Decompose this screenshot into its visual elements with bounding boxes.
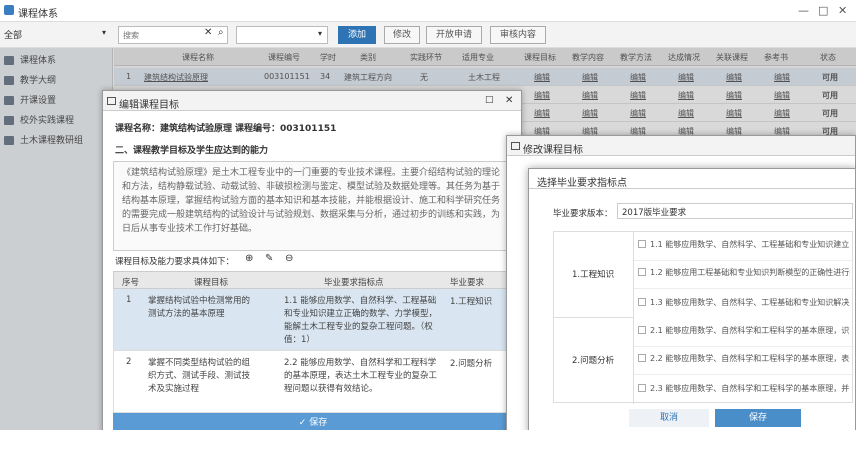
section-heading: 二、课程教学目标及学生应达到的能力	[115, 146, 269, 156]
search-icon[interactable]: ⌕	[218, 27, 224, 38]
open-apply-button[interactable]: 开放申请	[426, 26, 482, 44]
review-button[interactable]: 审核内容	[490, 26, 546, 44]
filter-select[interactable]	[236, 26, 328, 44]
dialog-icon	[107, 97, 116, 105]
dialog-header: 选择毕业要求指标点	[529, 169, 855, 189]
course-intro-textarea[interactable]: 《建筑结构试验原理》是土木工程专业中的一门重要的专业技术课程。主要介绍结构试验的…	[113, 161, 511, 251]
indicator-table: 1.工程知识 2.问题分析 1.1 能够应用数学、自然科学、工程基础和专业知识建…	[553, 231, 854, 404]
goal-row[interactable]: 2 掌握不同类型结构试验的组织方式、测试手段、测试技术及实施过程 2.2 能够应…	[113, 351, 511, 413]
remove-icon[interactable]: ⊖	[285, 253, 293, 264]
edit-course-goal-dialog: 编辑课程目标 □ ✕ 课程名称：建筑结构试验原理 课程编号：003101151 …	[102, 90, 522, 435]
dialog-header: 修改课程目标	[507, 136, 855, 156]
goal-row[interactable]: 1 掌握结构试验中检测常用的测试方法的基本原理 1.1 能够应用数学、自然科学、…	[113, 289, 511, 351]
window-titlebar: 课程体系 — □ ✕	[0, 0, 856, 22]
close-icon[interactable]: ✕	[838, 4, 847, 17]
course-code-label: 课程编号：003101151	[235, 124, 337, 134]
dialog-header: 编辑课程目标 □ ✕	[103, 91, 521, 111]
dialog-title: 修改课程目标	[523, 145, 583, 156]
dialog-title: 编辑课程目标	[119, 100, 179, 111]
category-select[interactable]: 全部	[4, 28, 22, 41]
dialog-title: 选择毕业要求指标点	[537, 178, 627, 189]
goal-list-label: 课程目标及能力要求具体如下：	[115, 257, 235, 267]
clear-icon[interactable]: ✕	[204, 27, 212, 38]
maximize-icon[interactable]: □	[485, 95, 494, 105]
chevron-down-icon[interactable]: ▾	[318, 29, 322, 38]
goal-table-header: 序号 课程目标 毕业要求指标点 毕业要求	[113, 271, 511, 289]
group-label: 1.工程知识	[572, 270, 615, 280]
app-icon	[4, 5, 14, 15]
version-label: 毕业要求版本：	[553, 209, 613, 219]
group-label: 2.问题分析	[572, 356, 615, 366]
dialog-icon	[511, 142, 520, 150]
course-name-label: 课程名称：建筑结构试验原理	[115, 124, 233, 134]
add-button[interactable]: 添加	[338, 26, 376, 44]
cancel-button[interactable]: 取消	[629, 409, 709, 427]
chevron-down-icon[interactable]: ▾	[102, 28, 106, 37]
window-title: 课程体系	[18, 9, 58, 20]
close-icon[interactable]: ✕	[505, 95, 513, 106]
select-indicator-dialog: 选择毕业要求指标点 毕业要求版本： 2017版毕业要求 1.工程知识 2.问题分…	[528, 168, 856, 435]
edit-button[interactable]: 修改	[384, 26, 420, 44]
add-icon[interactable]: ⊕	[245, 253, 253, 264]
footer-strip	[0, 430, 856, 450]
save-button[interactable]: 保存	[715, 409, 801, 427]
maximize-icon[interactable]: □	[818, 4, 828, 17]
version-select[interactable]: 2017版毕业要求	[617, 203, 853, 219]
toolbar: 全部 ▾ ✕ ⌕ ▾ 添加 修改 开放申请 审核内容	[0, 22, 856, 48]
edit-icon[interactable]: ✎	[265, 253, 273, 264]
minimize-icon[interactable]: —	[798, 4, 809, 17]
